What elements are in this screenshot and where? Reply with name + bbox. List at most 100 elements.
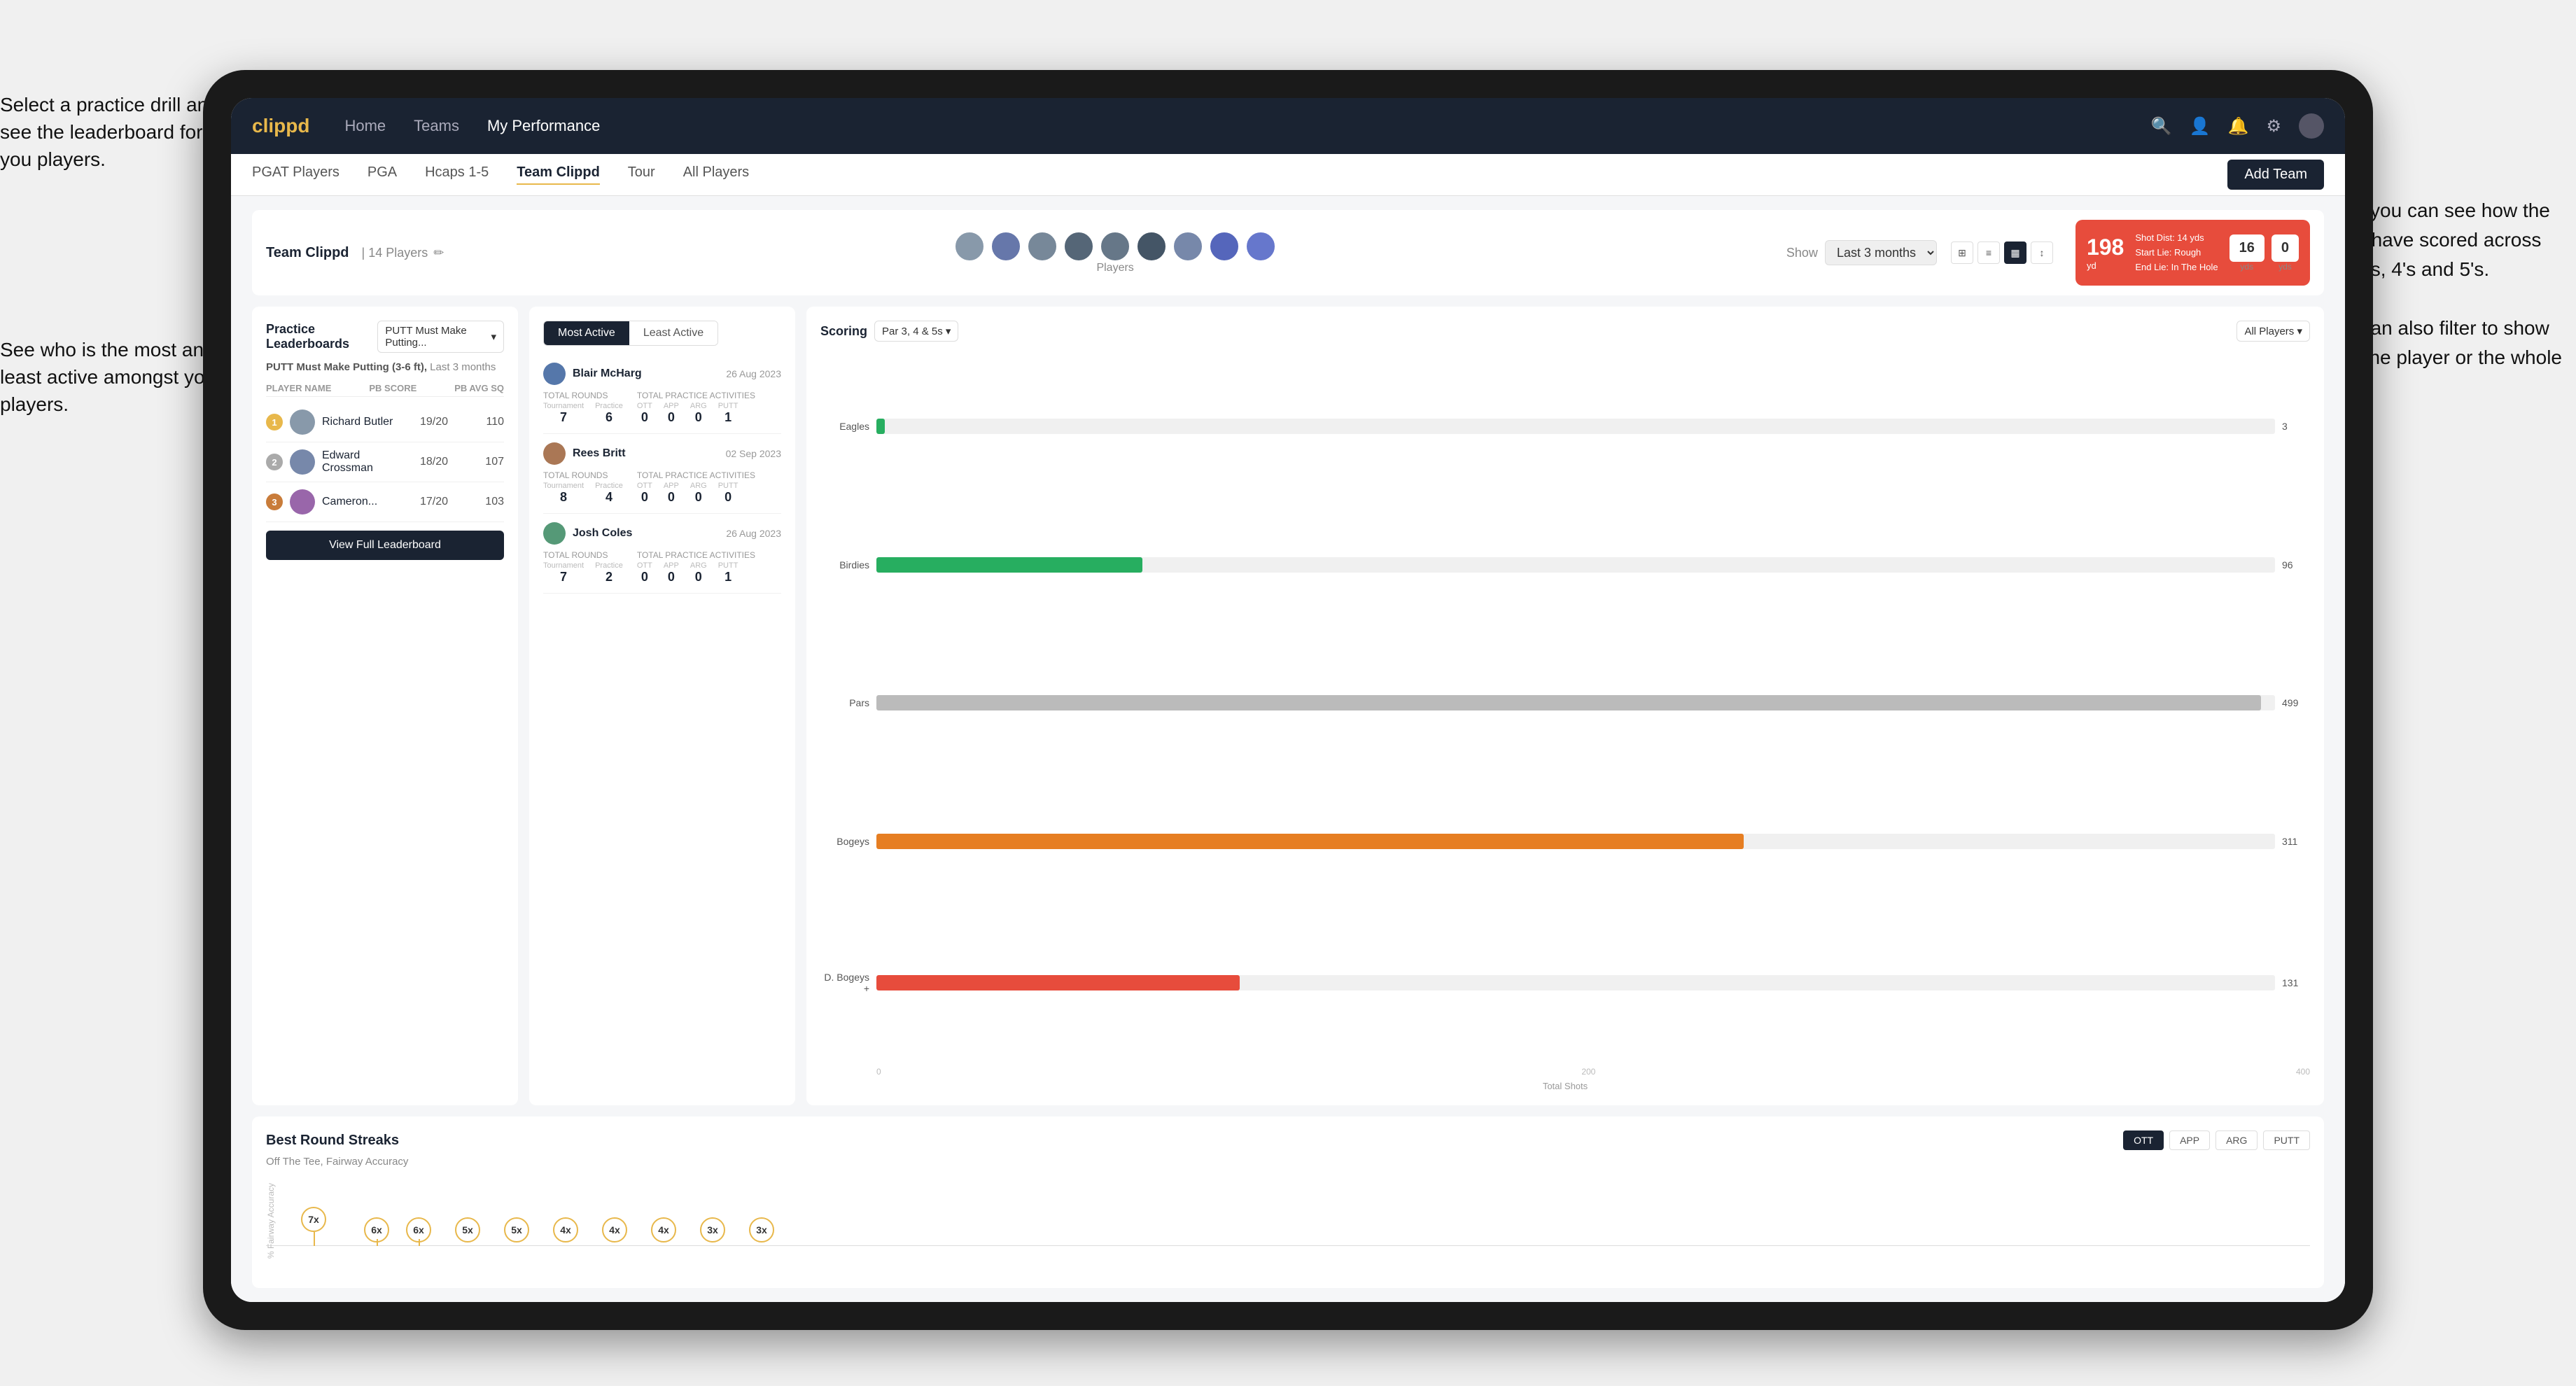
practice-stat-2: Practice 4 [595, 482, 623, 505]
grid-view-icon[interactable]: ⊞ [1951, 241, 1973, 264]
practice-leaderboard-card: Practice Leaderboards PUTT Must Make Put… [252, 307, 518, 1105]
app-value-1: 0 [664, 410, 679, 425]
rank-3: 3 [266, 493, 283, 510]
practice-activities-label-2: Total Practice Activities [637, 470, 755, 480]
view-icons: ⊞ ≡ ▦ ↕ [1951, 241, 2053, 264]
tab-all-players[interactable]: All Players [683, 164, 749, 185]
streak-filter-app[interactable]: APP [2169, 1130, 2210, 1150]
player-avatar-7[interactable] [1172, 231, 1203, 262]
shot-yds1: 16 yds [2230, 234, 2264, 272]
player-avatar-4[interactable] [1063, 231, 1094, 262]
add-team-button[interactable]: Add Team [2227, 160, 2324, 190]
streak-dot-8: 4x [651, 1217, 676, 1242]
chart-bar-eagles-container [876, 419, 2275, 434]
chart-label-eagles: Eagles [820, 421, 869, 432]
lb-row-3: 3 Cameron... 17/20 103 [266, 482, 504, 522]
nav-teams[interactable]: Teams [414, 117, 459, 135]
lb-col-avg: PB AVG SQ [454, 383, 504, 393]
streaks-section: Best Round Streaks OTT APP ARG PUTT Off … [252, 1116, 2324, 1288]
tab-pga[interactable]: PGA [368, 164, 397, 185]
scoring-filter-par[interactable]: Par 3, 4 & 5s ▾ [874, 321, 958, 342]
card-view-icon[interactable]: ▦ [2004, 241, 2026, 264]
scoring-filter-players[interactable]: All Players ▾ [2236, 321, 2310, 342]
player-avatar-9[interactable] [1245, 231, 1276, 262]
total-rounds-row-2: Tournament 8 Practice 4 [543, 482, 623, 505]
main-content: Team Clippd | 14 Players ✏ [231, 196, 2345, 1302]
search-icon[interactable]: 🔍 [2151, 116, 2172, 136]
bell-icon[interactable]: 🔔 [2228, 116, 2249, 136]
view-full-leaderboard-button[interactable]: View Full Leaderboard [266, 531, 504, 560]
practice-label-1: Practice [595, 402, 623, 410]
practice-dropdown[interactable]: PUTT Must Make Putting... ▾ [377, 321, 504, 353]
nav-home[interactable]: Home [344, 117, 386, 135]
ott-stat-3: OTT 0 [637, 561, 652, 584]
streaks-title: Best Round Streaks [266, 1133, 399, 1149]
nav-my-performance[interactable]: My Performance [487, 117, 600, 135]
activity-player-1: Blair McHarg 26 Aug 2023 [543, 363, 781, 385]
arg-stat-3: ARG 0 [690, 561, 707, 584]
tab-hcaps[interactable]: Hcaps 1-5 [425, 164, 489, 185]
activity-avatar-2 [543, 442, 566, 465]
scoring-card: Scoring Par 3, 4 & 5s ▾ All Players ▾ Ea… [806, 307, 2324, 1105]
lb-row-1: 1 Richard Butler 19/20 110 [266, 402, 504, 442]
subnav-tabs: PGAT Players PGA Hcaps 1-5 Team Clippd T… [252, 164, 2227, 185]
chart-value-pars: 499 [2282, 697, 2310, 708]
tournament-label-2: Tournament [543, 482, 584, 490]
player-avatar-2[interactable] [990, 231, 1021, 262]
practice-value-1: 6 [595, 410, 623, 425]
activity-avatar-1 [543, 363, 566, 385]
shot-details: Shot Dist: 14 yds Start Lie: Rough End L… [2135, 231, 2218, 274]
show-select[interactable]: Last 3 months [1825, 240, 1937, 265]
player-avatar-8[interactable] [1209, 231, 1240, 262]
least-active-toggle[interactable]: Least Active [629, 321, 718, 345]
user-avatar[interactable] [2299, 113, 2324, 139]
subnav: PGAT Players PGA Hcaps 1-5 Team Clippd T… [231, 154, 2345, 196]
player-avatar-5[interactable] [1100, 231, 1130, 262]
player-name-3: Cameron... [322, 496, 406, 508]
chart-label-bogeys: Bogeys [820, 836, 869, 847]
list-view-icon[interactable]: ≡ [1977, 241, 2000, 264]
chart-value-d-bogeys: 131 [2282, 977, 2310, 988]
total-rounds-label-1: Total Rounds [543, 391, 623, 400]
ott-value-3: 0 [637, 570, 652, 584]
arg-label-1: ARG [690, 402, 707, 410]
player-avatar-1[interactable] [954, 231, 985, 262]
show-control: Show Last 3 months ⊞ ≡ ▦ ↕ [1786, 240, 2053, 265]
activity-avatar-3 [543, 522, 566, 545]
arg-stat-2: ARG 0 [690, 482, 707, 505]
chart-bar-birdies-container [876, 557, 2275, 573]
total-rounds-row-1: Tournament 7 Practice 6 [543, 402, 623, 425]
chart-label-d-bogeys: D. Bogeys + [820, 972, 869, 994]
practice-label-2: Practice [595, 482, 623, 490]
player-avatar-6[interactable] [1136, 231, 1167, 262]
ott-value-2: 0 [637, 490, 652, 505]
practice-card-header: Practice Leaderboards PUTT Must Make Put… [266, 321, 504, 353]
ott-stat-1: OTT 0 [637, 402, 652, 425]
ott-label-1: OTT [637, 402, 652, 410]
streak-filter-ott[interactable]: OTT [2123, 1130, 2164, 1150]
tab-pgat[interactable]: PGAT Players [252, 164, 340, 185]
app-value-3: 0 [664, 570, 679, 584]
streak-filter-putt[interactable]: PUTT [2263, 1130, 2310, 1150]
tournament-stat-3: Tournament 7 [543, 561, 584, 584]
chart-bar-bogeys [876, 834, 1744, 849]
total-rounds-row-3: Tournament 7 Practice 2 [543, 561, 623, 584]
most-active-toggle[interactable]: Most Active [544, 321, 629, 345]
tab-team-clippd[interactable]: Team Clippd [517, 164, 600, 185]
player-avatar-3[interactable] [1027, 231, 1058, 262]
team-title-section: Team Clippd | 14 Players ✏ [266, 245, 444, 261]
shot-number: 198 [2087, 234, 2124, 260]
edit-icon[interactable]: ✏ [433, 246, 444, 260]
tab-tour[interactable]: Tour [628, 164, 655, 185]
players-label: Players [1096, 262, 1133, 274]
streak-dot-1: 7x [301, 1207, 326, 1232]
person-icon[interactable]: 👤 [2190, 116, 2211, 136]
sort-icon[interactable]: ↕ [2031, 241, 2053, 264]
streak-filter-arg[interactable]: ARG [2216, 1130, 2258, 1150]
settings-icon[interactable]: ⚙ [2266, 116, 2281, 136]
shot-unit: yd [2087, 260, 2124, 271]
ott-stat-2: OTT 0 [637, 482, 652, 505]
activity-item-2: Rees Britt 02 Sep 2023 Total Rounds Tour… [543, 434, 781, 514]
putt-stat-3: PUTT 1 [718, 561, 738, 584]
chart-value-birdies: 96 [2282, 559, 2310, 570]
